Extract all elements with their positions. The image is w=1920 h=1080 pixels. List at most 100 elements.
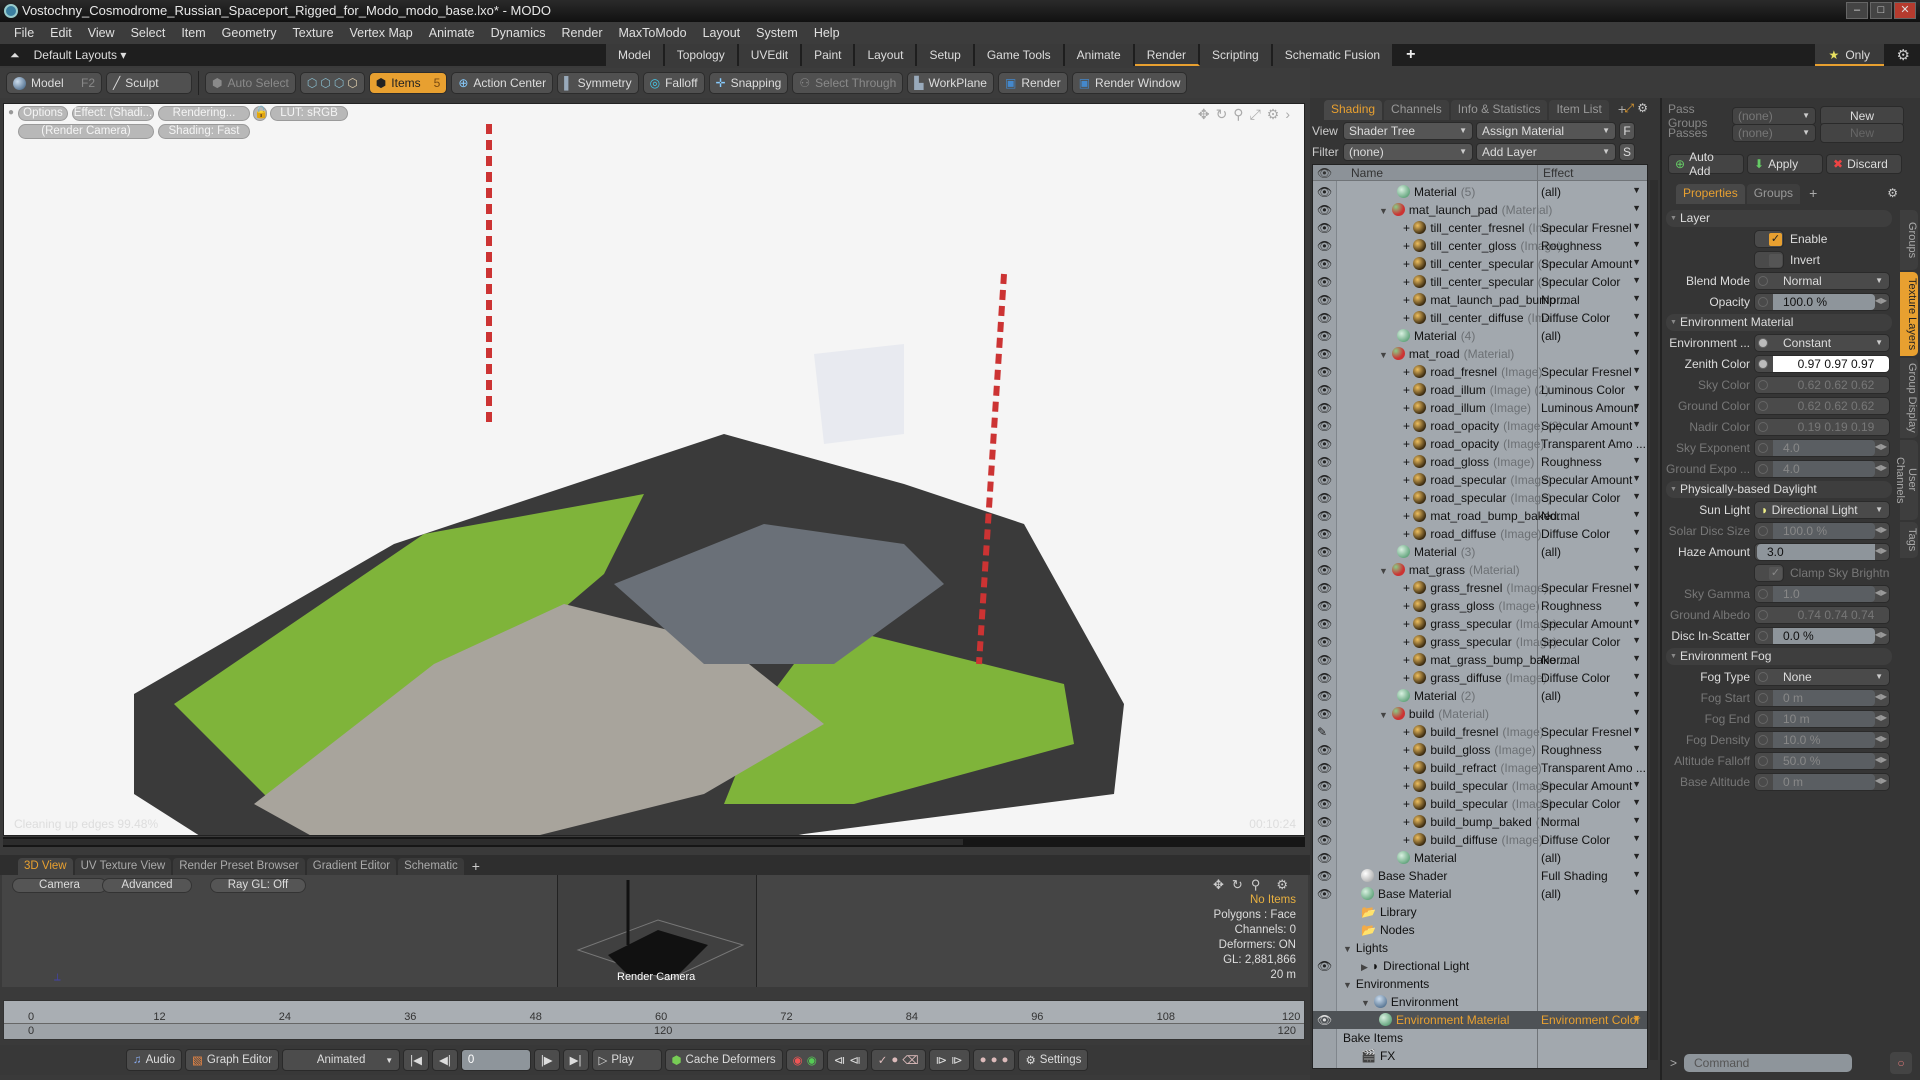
- collapse-arrow-icon[interactable]: ▼: [1361, 998, 1370, 1008]
- assign-material-button[interactable]: Assign Material: [1476, 122, 1616, 140]
- shader-tree-row[interactable]: 👁 Material (4) (all) ▼: [1313, 327, 1647, 345]
- layout-up-icon[interactable]: ⏶: [10, 48, 20, 63]
- menu-vertex-map[interactable]: Vertex Map: [342, 26, 421, 40]
- effect-dropdown-icon[interactable]: ▼: [1632, 221, 1641, 231]
- collapse-arrow-icon[interactable]: ▼: [1379, 350, 1388, 360]
- visibility-eye-icon[interactable]: 👁: [1317, 563, 1332, 577]
- row-effect[interactable]: Specular Color: [1541, 797, 1620, 811]
- menu-maxtomodo[interactable]: MaxToModo: [611, 26, 695, 40]
- current-frame-input[interactable]: 0: [460, 1049, 531, 1071]
- shader-tree-row[interactable]: 👁 + build_bump_baked (Im ... Normal ▼: [1313, 813, 1647, 831]
- layout-tab-setup[interactable]: Setup: [917, 44, 975, 66]
- expand-plus-icon[interactable]: +: [1403, 275, 1413, 289]
- auto-add-button[interactable]: ⊕ Auto Add: [1668, 150, 1744, 178]
- row-effect[interactable]: Diffuse Color: [1541, 671, 1610, 685]
- shader-tree-row[interactable]: 👁 Material (5) (all) ▼: [1313, 183, 1647, 201]
- viewport-scrollbar-thumb[interactable]: [3, 839, 963, 845]
- section-layer[interactable]: Layer: [1666, 210, 1892, 227]
- vtab-groups[interactable]: Groups: [1900, 210, 1918, 270]
- visibility-eye-icon[interactable]: 👁: [1317, 581, 1332, 595]
- row-effect[interactable]: Specular Fresnel: [1541, 725, 1632, 739]
- animation-mode-dropdown[interactable]: Animated ▼: [282, 1049, 401, 1071]
- collapse-arrow-icon[interactable]: ▼: [1379, 206, 1388, 216]
- row-effect[interactable]: Specular Amount: [1541, 473, 1632, 487]
- nadir-color-input[interactable]: 0.19 0.19 0.19: [1754, 418, 1890, 436]
- play-button[interactable]: ▷ Play: [591, 1049, 662, 1071]
- visibility-eye-icon[interactable]: 👁: [1317, 743, 1332, 757]
- effect-dropdown-icon[interactable]: ▼: [1632, 833, 1641, 843]
- row-effect[interactable]: (all): [1541, 185, 1561, 199]
- default-layouts-dropdown[interactable]: Default Layouts ▾: [34, 48, 127, 62]
- row-effect[interactable]: Roughness: [1541, 743, 1602, 757]
- shader-tree-row[interactable]: 👁 + road_specular (Image) Specular Color ▼: [1313, 489, 1647, 507]
- layout-tab-render[interactable]: Render: [1134, 44, 1201, 66]
- expand-plus-icon[interactable]: +: [1403, 725, 1413, 739]
- visibility-eye-icon[interactable]: 👁: [1317, 311, 1332, 325]
- effect-dropdown-icon[interactable]: ▼: [1632, 653, 1641, 663]
- effect-dropdown-icon[interactable]: ▼: [1632, 851, 1641, 861]
- row-effect[interactable]: Roughness: [1541, 239, 1602, 253]
- effect-dropdown-icon[interactable]: ▼: [1632, 689, 1641, 699]
- visibility-eye-icon[interactable]: 👁: [1317, 851, 1332, 865]
- delete-key-icon[interactable]: ⌫: [902, 1053, 918, 1067]
- tab-schematic[interactable]: Schematic: [398, 858, 464, 875]
- vtab-group-display[interactable]: Group Display: [1900, 358, 1918, 438]
- effect-dropdown-icon[interactable]: ▼: [1632, 635, 1641, 645]
- select-through-button[interactable]: ⚇ Select Through: [792, 72, 904, 94]
- cache-deformers-button[interactable]: ⬢ Cache Deformers: [664, 1049, 783, 1071]
- visibility-eye-icon[interactable]: 👁: [1317, 689, 1332, 703]
- slider-handle-icon[interactable]: ◀▶: [1875, 776, 1887, 785]
- menu-layout[interactable]: Layout: [695, 26, 749, 40]
- camera-button[interactable]: Camera: [12, 878, 107, 893]
- transport-settings-button[interactable]: ⚙ Settings: [1018, 1049, 1089, 1071]
- shader-tree-row[interactable]: 👁 + build_diffuse (Image) Diffuse Color ▼: [1313, 831, 1647, 849]
- shader-tree-row[interactable]: 👁 + grass_fresnel (Image) Specular Fresnel ▼: [1313, 579, 1647, 597]
- vertices-mode-icon[interactable]: ⬡: [307, 76, 317, 90]
- section-environment-material[interactable]: Environment Material: [1666, 314, 1892, 331]
- shader-tree-row[interactable]: 📂 Library: [1313, 903, 1647, 921]
- add-layer-dropdown[interactable]: Add Layer: [1476, 143, 1616, 161]
- visibility-eye-icon[interactable]: 👁: [1317, 797, 1332, 811]
- effect-dropdown-icon[interactable]: ▼: [1632, 527, 1641, 537]
- expand-plus-icon[interactable]: +: [1403, 239, 1413, 253]
- effect-dropdown-icon[interactable]: ▼: [1632, 779, 1641, 789]
- section-environment-fog[interactable]: Environment Fog: [1666, 648, 1892, 665]
- sky-color-input[interactable]: 0.62 0.62 0.62: [1754, 376, 1890, 394]
- maximize-button[interactable]: □: [1870, 2, 1892, 19]
- command-history-icon[interactable]: ○: [1890, 1052, 1912, 1074]
- visibility-eye-icon[interactable]: 👁: [1317, 473, 1332, 487]
- effect-dropdown-icon[interactable]: ▼: [1632, 509, 1641, 519]
- timeline-range[interactable]: 0 120 120: [4, 1023, 1304, 1039]
- visibility-eye-icon[interactable]: 👁: [1317, 617, 1332, 631]
- visibility-eye-icon[interactable]: 👁: [1317, 545, 1332, 559]
- expand-plus-icon[interactable]: +: [1403, 437, 1413, 451]
- graph-editor-button[interactable]: ▧ Graph Editor: [185, 1049, 280, 1071]
- menu-dynamics[interactable]: Dynamics: [483, 26, 554, 40]
- effect-dropdown-icon[interactable]: ▼: [1632, 311, 1641, 321]
- menu-help[interactable]: Help: [806, 26, 848, 40]
- slider-handle-icon[interactable]: ◀▶: [1875, 463, 1887, 472]
- auto-select-button[interactable]: ⬢ Auto Select: [205, 72, 296, 94]
- effect-dropdown-icon[interactable]: ▼: [1632, 473, 1641, 483]
- enable-checkbox[interactable]: ✓: [1754, 230, 1784, 248]
- shader-tree-row[interactable]: 👁 + road_opacity (Image) (2) Specular Amoun…: [1313, 417, 1647, 435]
- visibility-eye-icon[interactable]: 👁: [1317, 869, 1332, 883]
- add-properties-tab-button[interactable]: +: [1802, 184, 1824, 204]
- visibility-eye-icon[interactable]: 👁: [1317, 293, 1332, 307]
- tab-render-preset-browser[interactable]: Render Preset Browser: [173, 858, 305, 875]
- row-effect[interactable]: Diffuse Color: [1541, 833, 1610, 847]
- panel-maximize-icon[interactable]: ⤢: [1624, 101, 1634, 116]
- row-effect[interactable]: Normal: [1541, 815, 1580, 829]
- expand-plus-icon[interactable]: +: [1403, 617, 1413, 631]
- f-button[interactable]: F: [1619, 122, 1635, 140]
- visibility-eye-icon[interactable]: 👁: [1317, 959, 1332, 973]
- visibility-eye-icon[interactable]: 👁: [1317, 239, 1332, 253]
- menu-file[interactable]: File: [6, 26, 42, 40]
- expand-plus-icon[interactable]: +: [1403, 653, 1413, 667]
- visibility-eye-icon[interactable]: 👁: [1317, 779, 1332, 793]
- disc-in-scatter-input[interactable]: 0.0 % ◀▶: [1754, 627, 1890, 645]
- shader-tree-row[interactable]: 👁 Environment Material Environment Color ▼: [1313, 1011, 1647, 1029]
- menu-render[interactable]: Render: [554, 26, 611, 40]
- effect-dropdown-icon[interactable]: ▼: [1632, 239, 1641, 249]
- snapping-button[interactable]: ✛ Snapping: [708, 72, 789, 94]
